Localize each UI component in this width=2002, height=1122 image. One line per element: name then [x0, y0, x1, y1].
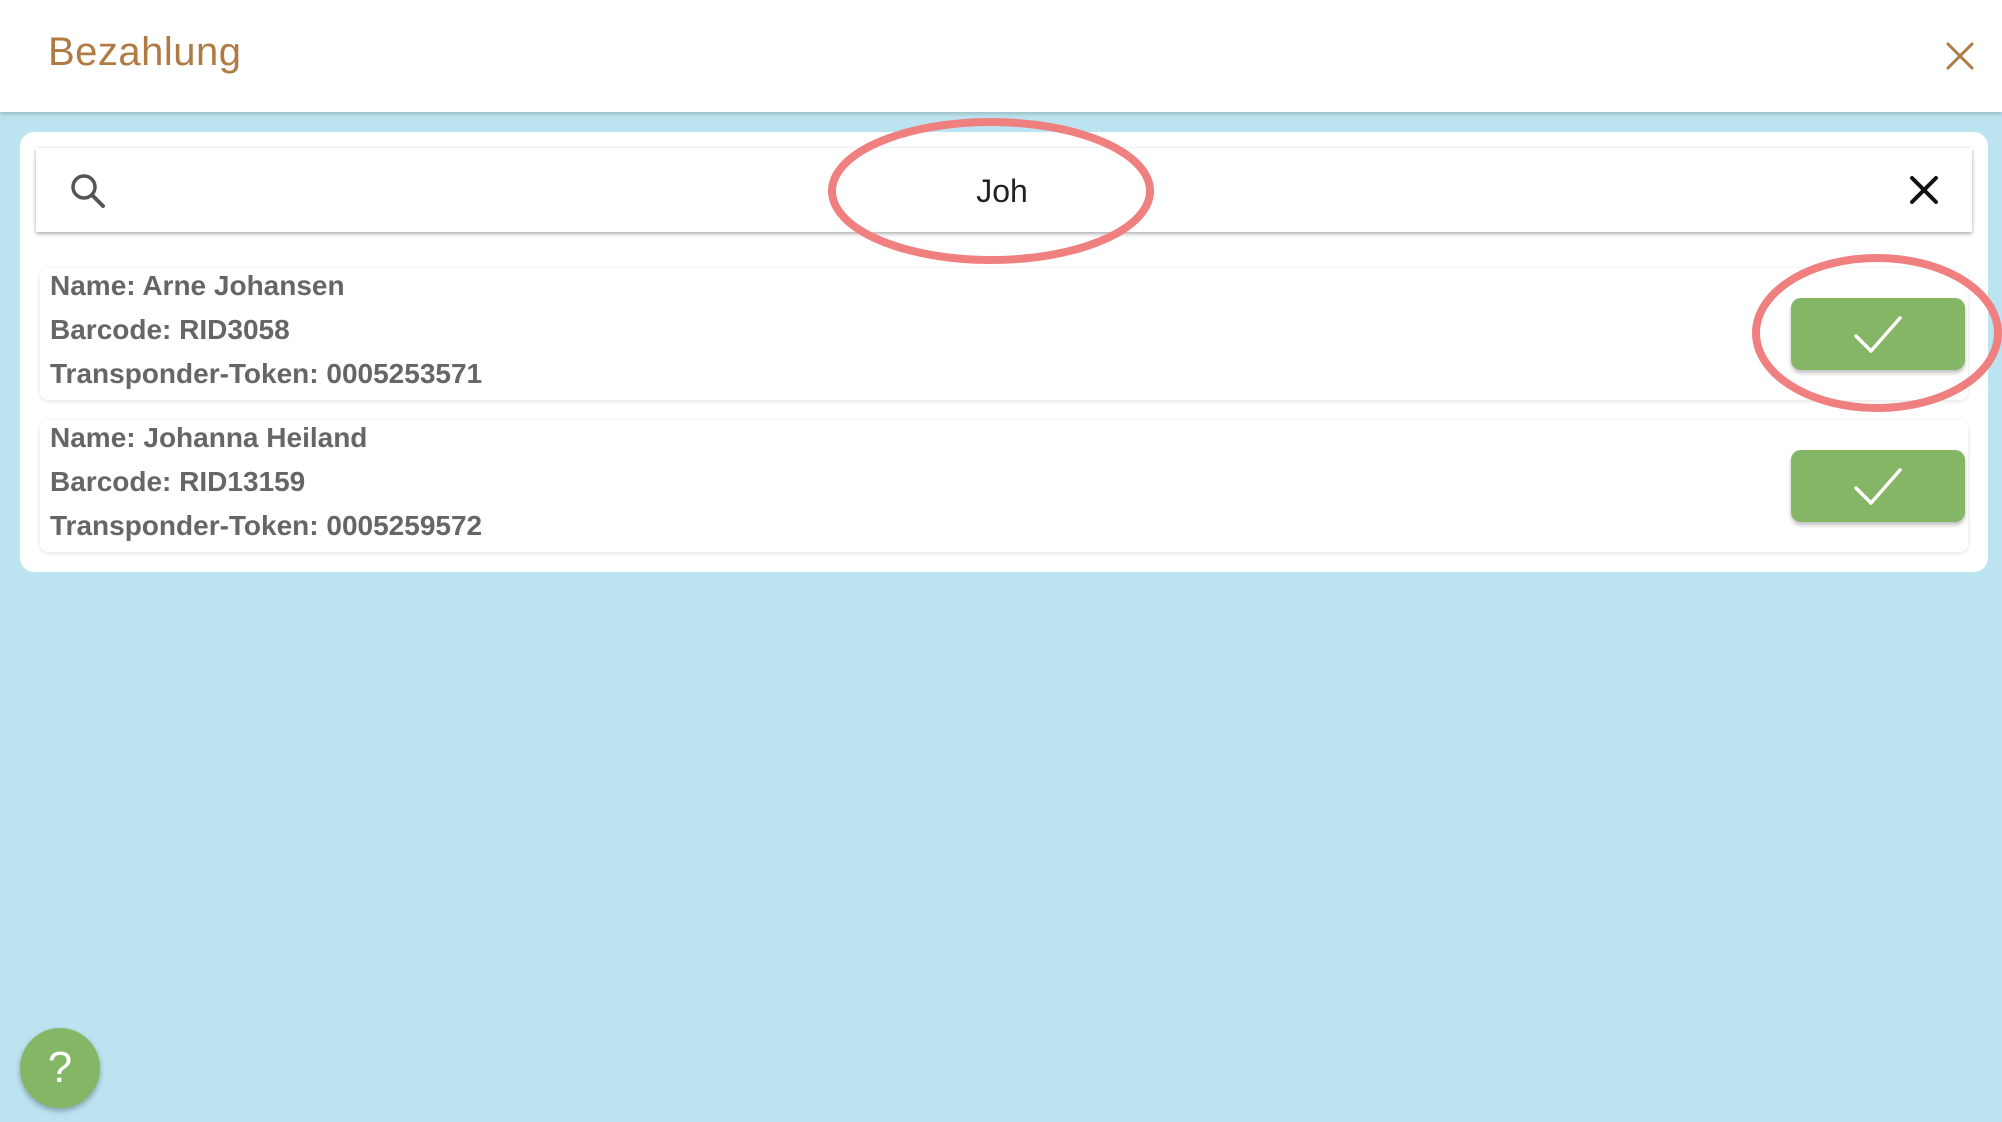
result-name: Name: Johanna Heiland — [50, 422, 368, 453]
result-barcode: Barcode: RID3058 — [50, 314, 290, 345]
search-input[interactable] — [130, 160, 1874, 222]
search-icon — [71, 174, 105, 208]
select-button[interactable] — [1791, 298, 1965, 370]
select-button[interactable] — [1791, 450, 1965, 522]
help-button[interactable]: ? — [20, 1028, 100, 1108]
result-card: Name: Johanna Heiland Barcode: RID13159 … — [40, 420, 1968, 552]
checkmark-icon — [1854, 316, 1902, 353]
page-title: Bezahlung — [48, 30, 242, 74]
close-icon[interactable] — [1940, 36, 1980, 76]
top-bar: Bezahlung — [0, 0, 2002, 112]
result-card: Name: Arne Johansen Barcode: RID3058 Tra… — [40, 268, 1968, 400]
result-token: Transponder-Token: 0005259572 — [50, 510, 483, 541]
result-name: Name: Arne Johansen — [50, 270, 345, 301]
result-token: Transponder-Token: 0005253571 — [50, 358, 483, 389]
checkmark-icon — [1854, 468, 1902, 505]
clear-icon[interactable] — [1906, 172, 1942, 208]
result-barcode: Barcode: RID13159 — [50, 466, 306, 497]
